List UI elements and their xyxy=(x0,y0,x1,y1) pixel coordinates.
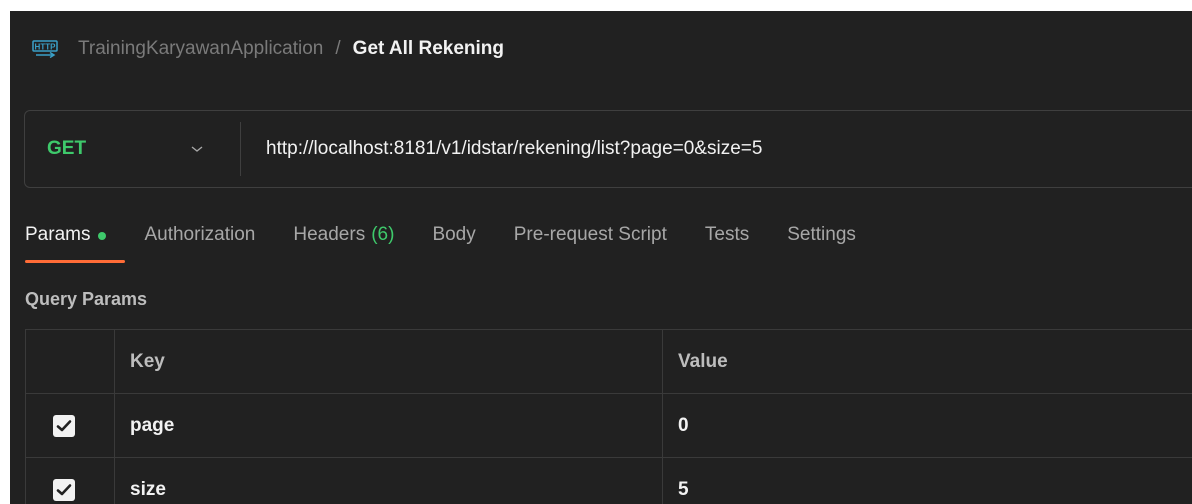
row-check-cell xyxy=(25,393,115,458)
tab-pre-request-script[interactable]: Pre-request Script xyxy=(514,218,667,262)
tab-tests[interactable]: Tests xyxy=(705,218,749,262)
column-header-check xyxy=(25,329,115,394)
param-key-cell[interactable]: size xyxy=(114,457,663,504)
table-row: page 0 xyxy=(25,393,1192,458)
tab-settings-label: Settings xyxy=(787,224,856,245)
breadcrumb: TrainingKaryawanApplication / Get All Re… xyxy=(78,38,504,60)
params-active-dot-icon xyxy=(98,232,107,240)
request-title[interactable]: Get All Rekening xyxy=(353,38,504,60)
breadcrumb-collection[interactable]: TrainingKaryawanApplication xyxy=(78,38,323,60)
breadcrumb-separator: / xyxy=(335,38,341,59)
query-params-table: Key Value page 0 size 5 xyxy=(25,329,1192,504)
method-select[interactable]: GET xyxy=(25,122,241,176)
checkbox[interactable] xyxy=(53,478,75,501)
tab-body-label: Body xyxy=(432,224,476,245)
request-editor: HTTP TrainingKaryawanApplication / Get A… xyxy=(10,11,1192,504)
checkbox[interactable] xyxy=(53,414,75,437)
active-tab-indicator xyxy=(25,260,125,263)
svg-text:HTTP: HTTP xyxy=(35,43,57,52)
tab-body[interactable]: Body xyxy=(432,218,475,262)
column-header-key: Key xyxy=(114,329,663,394)
tab-settings[interactable]: Settings xyxy=(787,218,856,262)
tab-pre-request-script-label: Pre-request Script xyxy=(513,224,667,245)
tab-tests-label: Tests xyxy=(704,224,750,245)
table-header-row: Key Value xyxy=(25,329,1192,394)
tab-headers-label: Headers xyxy=(293,224,366,245)
column-header-value: Value xyxy=(662,329,1192,394)
checkmark-icon xyxy=(56,419,72,431)
request-tabs: Params Authorization Headers (6) Body Pr… xyxy=(25,218,894,263)
http-icon: HTTP xyxy=(32,37,58,61)
tab-authorization[interactable]: Authorization xyxy=(144,218,255,262)
tab-params[interactable]: Params xyxy=(25,218,125,263)
method-label: GET xyxy=(47,138,87,159)
table-row: size 5 xyxy=(25,457,1192,504)
request-header: HTTP TrainingKaryawanApplication / Get A… xyxy=(10,11,1192,87)
param-key-cell[interactable]: page xyxy=(114,393,663,458)
headers-count: (6) xyxy=(371,224,395,245)
tab-params-label: Params xyxy=(25,224,91,245)
row-check-cell xyxy=(25,457,115,504)
param-value-cell[interactable]: 0 xyxy=(662,393,1192,458)
param-value-cell[interactable]: 5 xyxy=(662,457,1192,504)
tab-headers[interactable]: Headers (6) xyxy=(293,218,394,262)
query-params-title: Query Params xyxy=(25,289,148,309)
tab-authorization-label: Authorization xyxy=(144,224,256,245)
checkmark-icon xyxy=(56,483,72,495)
url-bar: GET http://localhost:8181/v1/idstar/reke… xyxy=(24,110,1192,188)
chevron-down-icon xyxy=(190,144,204,154)
url-input[interactable]: http://localhost:8181/v1/idstar/rekening… xyxy=(241,138,762,160)
